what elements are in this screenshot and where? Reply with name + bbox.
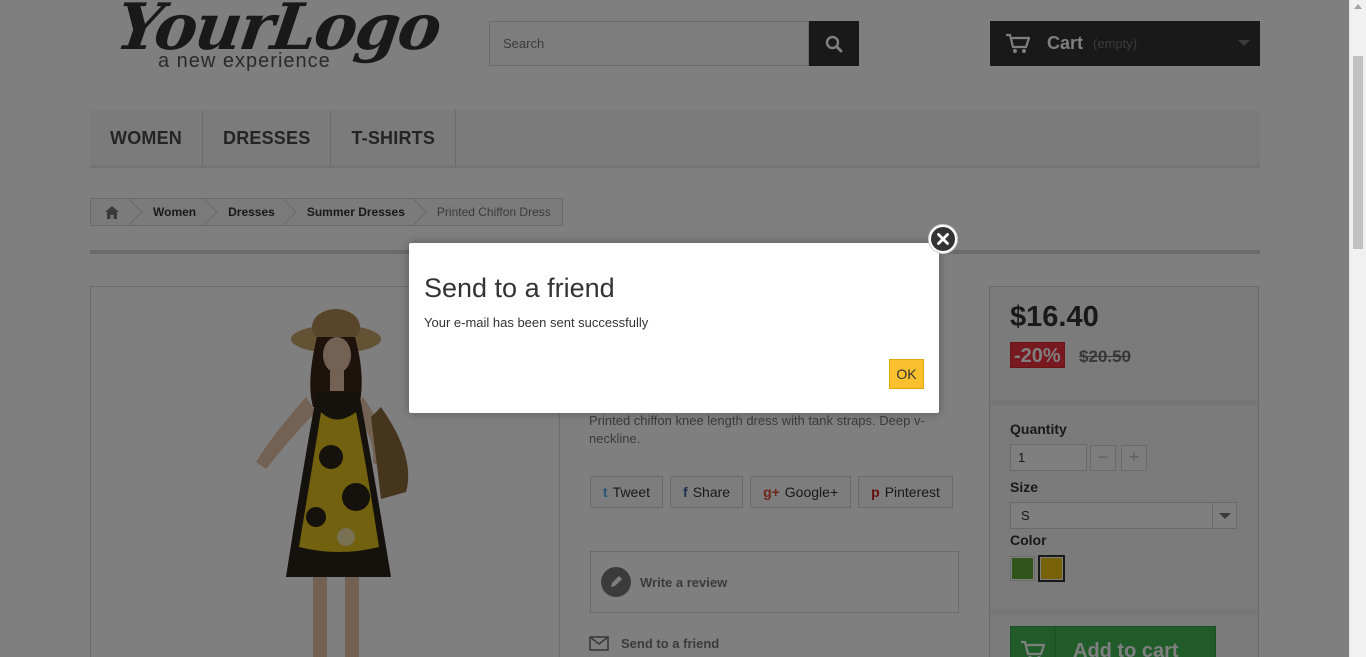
- scroll-up-arrow-icon[interactable]: [1354, 4, 1362, 9]
- modal-close-button[interactable]: [928, 224, 958, 254]
- scrollbar[interactable]: [1349, 0, 1366, 657]
- close-icon: [931, 227, 955, 251]
- scrollbar-thumb[interactable]: [1353, 56, 1363, 249]
- page: YourLogo a new experience Cart (empty) W…: [0, 0, 1349, 657]
- modal-title: Send to a friend: [424, 273, 615, 303]
- send-to-friend-modal: Send to a friend Your e-mail has been se…: [409, 243, 939, 413]
- modal-message: Your e-mail has been sent successfully: [424, 315, 649, 330]
- ok-button[interactable]: OK: [889, 359, 924, 389]
